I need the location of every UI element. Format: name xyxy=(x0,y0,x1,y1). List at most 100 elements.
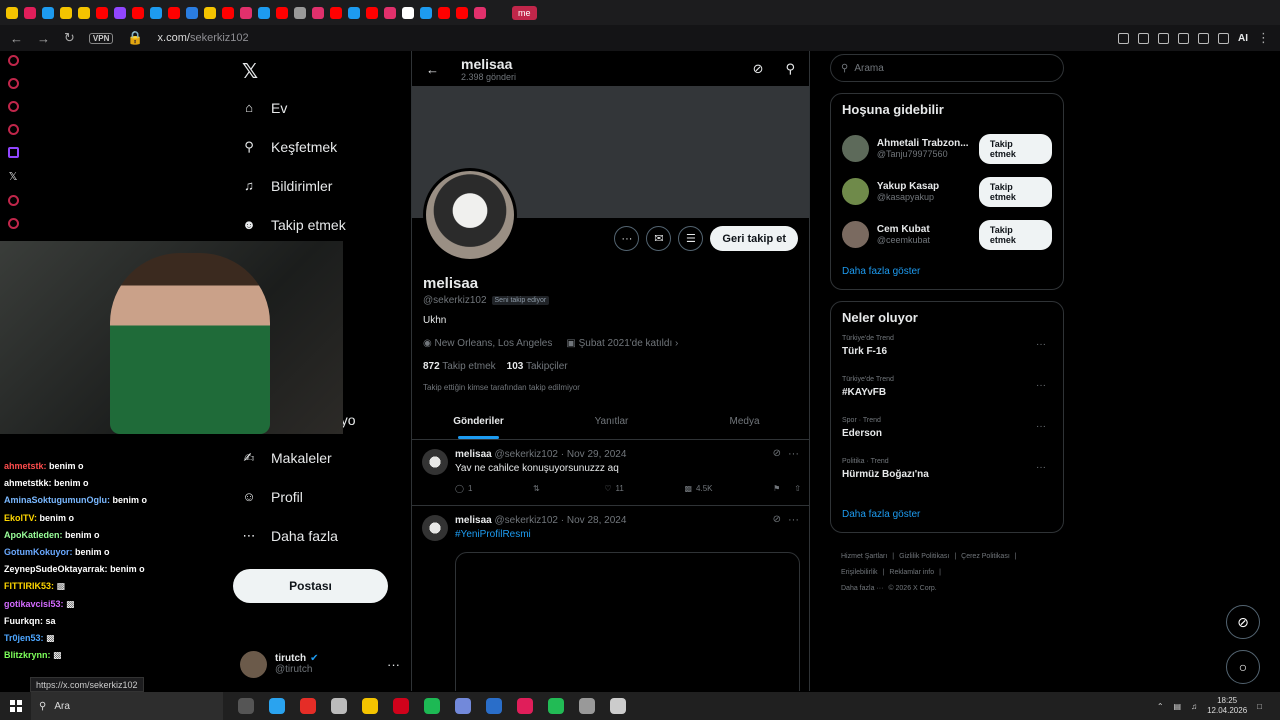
taskbar-app-icon[interactable] xyxy=(486,698,502,714)
more-icon[interactable]: ··· xyxy=(1036,380,1046,391)
nav-more[interactable]: ⋯ Daha fazla xyxy=(232,516,410,555)
followers-link[interactable]: 103 Takipçiler xyxy=(507,361,568,372)
trend-item[interactable]: Politika · Trend Hürmüz Boğazı'na ··· xyxy=(842,458,1052,499)
message-icon[interactable]: ✉ xyxy=(646,226,672,251)
footer-link[interactable]: Erişilebilirlik xyxy=(841,569,878,576)
heart-icon[interactable] xyxy=(1178,32,1189,44)
download-icon[interactable] xyxy=(1218,32,1229,44)
trend-item[interactable]: Türkiye'de Trend #KAYvFB ··· xyxy=(842,376,1052,417)
history-icon[interactable] xyxy=(7,195,19,206)
browser-tab[interactable] xyxy=(366,6,378,19)
messages-fab[interactable]: ○ xyxy=(1226,650,1260,684)
reply-button[interactable]: ◯ 1 xyxy=(455,484,472,493)
more-icon[interactable]: ··· xyxy=(1036,339,1046,350)
x-logo-icon[interactable]: 𝕏 xyxy=(232,51,410,88)
avatar[interactable] xyxy=(842,135,869,162)
browser-tab[interactable] xyxy=(222,6,234,19)
browser-tab[interactable] xyxy=(384,6,396,19)
browser-tab[interactable] xyxy=(348,6,360,19)
show-more-link[interactable]: Daha fazla göster xyxy=(842,266,1052,277)
taskbar-app-icon[interactable] xyxy=(548,698,564,714)
back-arrow-icon[interactable]: ← xyxy=(426,62,439,77)
avatar[interactable] xyxy=(842,178,869,205)
browser-tab[interactable] xyxy=(96,6,108,19)
avatar[interactable] xyxy=(842,221,869,248)
taskbar-app-icon[interactable] xyxy=(517,698,533,714)
repost-button[interactable]: ⇅ xyxy=(533,484,544,493)
footer-link[interactable]: Çerez Politikası xyxy=(961,553,1010,560)
browser-tab[interactable] xyxy=(42,6,54,19)
footer-link[interactable]: Hizmet Şartları xyxy=(841,553,887,560)
nav-profile[interactable]: ☺ Profil xyxy=(232,477,410,516)
trend-item[interactable]: Türkiye'de Trend Türk F-16 ··· xyxy=(842,335,1052,376)
footer-link[interactable]: Reklamlar info xyxy=(889,569,934,576)
following-link[interactable]: 872 Takip etmek xyxy=(423,361,496,372)
footer-link[interactable]: Gizlilik Politikası xyxy=(899,553,949,560)
tab-replies[interactable]: Yanıtlar xyxy=(545,406,678,439)
browser-tab[interactable] xyxy=(114,6,126,19)
network-icon[interactable]: ▤ xyxy=(1174,702,1182,711)
browser-tab[interactable] xyxy=(24,6,36,19)
search-input[interactable]: ⚲ Arama xyxy=(830,54,1064,82)
grok-icon[interactable]: ⊘ xyxy=(753,61,764,77)
more-icon[interactable]: ··· xyxy=(1036,462,1046,473)
chevron-up-icon[interactable]: ⌃ xyxy=(1157,702,1164,711)
list-item[interactable]: Cem Kubat @ceemkubat Takip etmek xyxy=(842,213,1052,256)
search-icon[interactable]: ⚲ xyxy=(785,61,795,77)
forward-icon[interactable]: → xyxy=(37,31,50,46)
url-field[interactable]: x.com/sekerkiz102 xyxy=(158,32,249,44)
instagram-icon[interactable] xyxy=(7,78,19,89)
browser-tab[interactable] xyxy=(60,6,72,19)
volume-icon[interactable]: ♫ xyxy=(1191,702,1197,711)
music-icon[interactable] xyxy=(7,124,19,135)
post-avatar[interactable] xyxy=(422,515,448,541)
x-icon[interactable]: 𝕏 xyxy=(9,170,18,183)
vpn-badge[interactable]: VPN xyxy=(88,32,114,44)
post-item[interactable]: melisaa @sekerkiz102 · Nov 28, 2024 ⊘ ··… xyxy=(412,506,809,691)
extension-icon[interactable] xyxy=(1198,32,1209,44)
taskbar-app-icon[interactable] xyxy=(362,698,378,714)
taskbar-app-icon[interactable] xyxy=(300,698,316,714)
taskbar-app-icon[interactable] xyxy=(331,698,347,714)
more-icon[interactable]: ··· xyxy=(788,514,799,526)
follow-button[interactable]: Takip etmek xyxy=(978,133,1052,164)
post-author[interactable]: melisaa xyxy=(455,515,492,526)
taskbar-app-icon[interactable] xyxy=(610,698,626,714)
list-item[interactable]: Ahmetali Trabzon... @Tanju79977560 Takip e… xyxy=(842,127,1052,170)
browser-tab[interactable] xyxy=(204,6,216,19)
nav-explore[interactable]: ⚲ Keşfetmek xyxy=(232,127,410,166)
nav-home[interactable]: ⌂ Ev xyxy=(232,88,410,127)
nav-notifications[interactable]: ♫ Bildirimler xyxy=(232,166,410,205)
twitch-icon[interactable] xyxy=(7,147,19,158)
grok-icon[interactable]: ⊘ xyxy=(773,448,781,459)
bookmark-icon[interactable]: ⚑ xyxy=(773,484,780,493)
views-button[interactable]: ▩ 4.5K xyxy=(684,484,712,493)
browser-tab[interactable] xyxy=(78,6,90,19)
browser-tab[interactable] xyxy=(330,6,342,19)
nav-follow[interactable]: ☻ Takip etmek xyxy=(232,205,410,244)
browser-tab[interactable] xyxy=(168,6,180,19)
profile-avatar[interactable] xyxy=(423,168,517,262)
browser-tab[interactable] xyxy=(258,6,270,19)
trend-item[interactable]: Spor · Trend Ederson ··· xyxy=(842,417,1052,458)
wallet-icon[interactable] xyxy=(7,101,19,112)
browser-tab[interactable] xyxy=(420,6,432,19)
post-media[interactable] xyxy=(455,552,800,691)
ai-button[interactable]: AI xyxy=(1238,33,1248,44)
taskbar-app-icon[interactable] xyxy=(269,698,285,714)
windows-start-icon[interactable] xyxy=(10,700,22,712)
notification-icon[interactable]: □ xyxy=(1257,702,1262,711)
browser-tab[interactable] xyxy=(402,6,414,19)
taskbar-app-icon[interactable] xyxy=(424,698,440,714)
reload-icon[interactable]: ↻ xyxy=(64,30,75,46)
account-switcher[interactable]: tirutch ✔ @tirutch ··· xyxy=(240,648,400,680)
browser-tab-active[interactable]: me xyxy=(512,5,537,20)
taskbar-app-icon[interactable] xyxy=(579,698,595,714)
browser-tab[interactable] xyxy=(186,6,198,19)
post-avatar[interactable] xyxy=(422,449,448,475)
browser-tab[interactable] xyxy=(6,6,18,19)
follow-button[interactable]: Takip etmek xyxy=(978,219,1052,250)
subscribe-icon[interactable]: ☰ xyxy=(678,226,704,251)
shield-icon[interactable] xyxy=(1138,32,1149,44)
clock[interactable]: 18:25 12.04.2026 xyxy=(1207,696,1247,716)
